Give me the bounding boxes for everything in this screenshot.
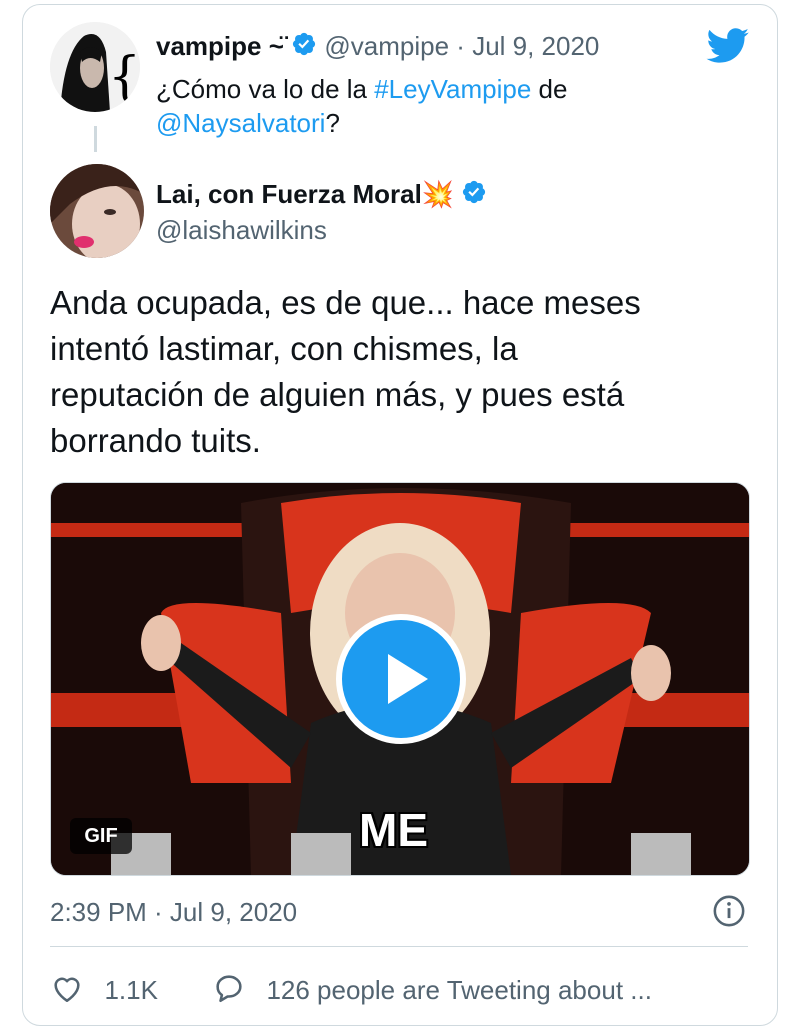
- reply-display-name[interactable]: Lai, con Fuerza Moral💥: [156, 179, 454, 209]
- parent-handle[interactable]: @vampipe: [324, 31, 449, 61]
- reply-body: Anda ocupada, es de que... hace meses in…: [50, 280, 750, 464]
- gif-caption: ME: [359, 804, 428, 856]
- info-icon[interactable]: [712, 894, 746, 933]
- hashtag-link[interactable]: #LeyVampipe: [374, 74, 531, 104]
- play-button[interactable]: [336, 614, 466, 744]
- verified-badge-icon: [291, 30, 317, 66]
- like-count: 1.1K: [104, 975, 158, 1005]
- reply-body-line: intentó lastimar, con chismes, la: [50, 330, 518, 367]
- thread-line: [94, 126, 97, 152]
- heart-icon: [50, 972, 84, 1009]
- parent-display-name[interactable]: vampipe ~̈: [156, 31, 284, 61]
- reply-handle[interactable]: @laishawilkins: [156, 212, 327, 248]
- parent-date[interactable]: Jul 9, 2020: [472, 31, 599, 61]
- reply-body-line: borrando tuits.: [50, 422, 261, 459]
- parent-separator: ·: [456, 31, 465, 61]
- conversation-text: 126 people are Tweeting about ...: [266, 975, 652, 1005]
- reply-body-line: Anda ocupada, es de que... hace meses: [50, 284, 641, 321]
- parent-text-end: ?: [325, 108, 340, 138]
- parent-avatar[interactable]: {: [50, 22, 140, 112]
- parent-header: vampipe ~̈ @vampipe · Jul 9, 2020: [156, 28, 599, 64]
- play-icon: [388, 654, 428, 704]
- parent-text-start: ¿Cómo va lo de la: [156, 74, 375, 104]
- twitter-bird-icon[interactable]: [706, 28, 750, 69]
- reply-avatar[interactable]: [50, 164, 144, 258]
- verified-badge-icon: [461, 178, 487, 214]
- reply-display-name-row: Lai, con Fuerza Moral💥: [156, 176, 487, 214]
- speech-bubble-icon: [212, 972, 246, 1009]
- parent-text-middle: de: [531, 74, 568, 104]
- tweet-timestamp[interactable]: 2:39 PM · Jul 9, 2020: [50, 894, 297, 930]
- conversation-button[interactable]: 126 people are Tweeting about ...: [212, 970, 652, 1010]
- gif-badge: GIF: [70, 818, 132, 854]
- parent-text: ¿Cómo va lo de la #LeyVampipe de @Naysal…: [156, 72, 716, 140]
- divider: [50, 946, 748, 947]
- reply-body-line: reputación de alguien más, y pues está: [50, 376, 625, 413]
- mention-link[interactable]: @Naysalvatori: [156, 108, 325, 138]
- like-button[interactable]: 1.1K: [50, 970, 158, 1010]
